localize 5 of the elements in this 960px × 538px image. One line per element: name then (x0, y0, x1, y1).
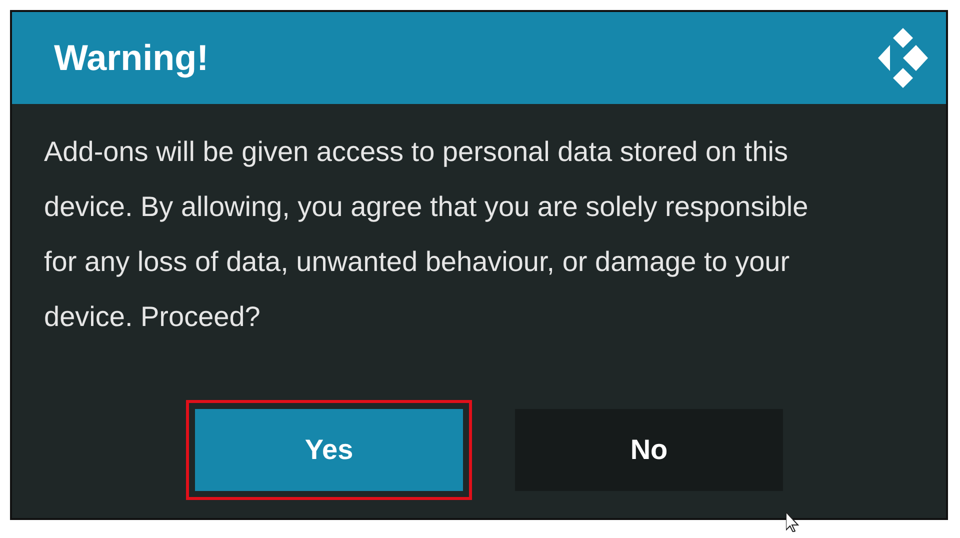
dialog-button[interactable]: No (515, 409, 783, 491)
dialog-button[interactable]: Yes (195, 409, 463, 491)
dialog-message: Add-ons will be given access to personal data stored on this device. By allowing, you agree that you are solely responsible for any loss of data, unwanted behaviour, or damage to your device. Proceed? (44, 135, 810, 334)
logo-icon (878, 28, 928, 88)
dialog-title: Warning! (54, 37, 209, 79)
